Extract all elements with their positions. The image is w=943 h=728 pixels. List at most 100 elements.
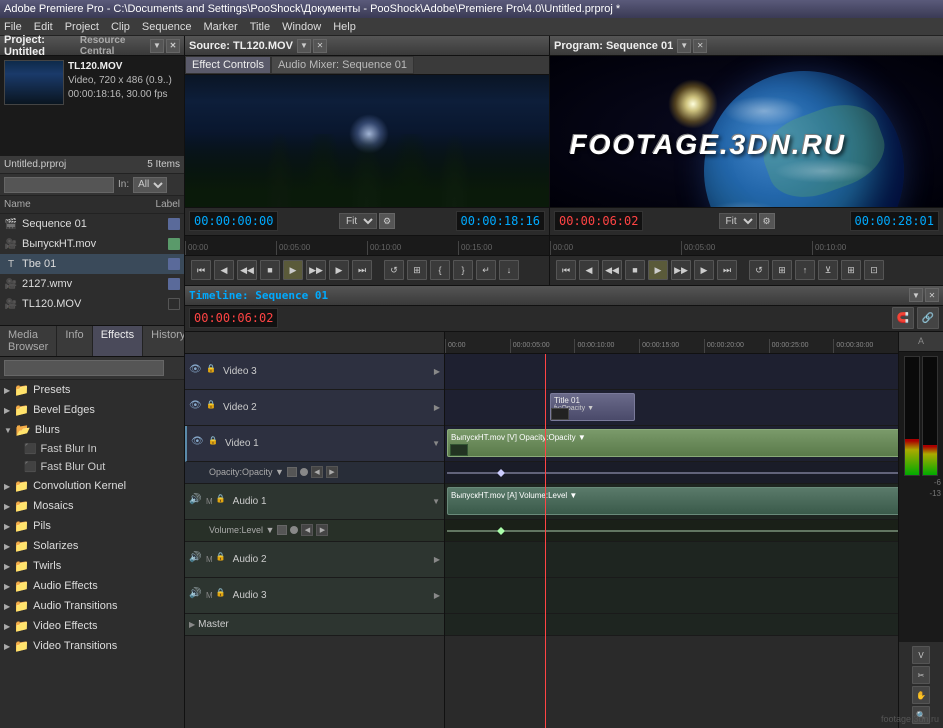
source-btn-play-back[interactable]: ◀◀ (237, 260, 257, 280)
track-expand-audio3[interactable]: ▶ (434, 591, 440, 600)
menu-file[interactable]: File (4, 21, 22, 33)
timeline-timecode[interactable]: 00:00:06:02 (189, 308, 278, 328)
menu-window[interactable]: Window (282, 21, 321, 33)
tree-group-header[interactable]: ▶ 📁 Pils (0, 516, 184, 536)
audio1-keyframe[interactable] (277, 525, 287, 535)
source-btn-insert[interactable]: ↵ (476, 260, 496, 280)
tool-hand[interactable]: ✋ (912, 686, 930, 704)
source-settings-btn[interactable]: ⚙ (379, 213, 395, 229)
source-tab-audio-mixer[interactable]: Audio Mixer: Sequence 01 (271, 56, 414, 74)
prog-btn-next-edit[interactable]: ⏭ (717, 260, 737, 280)
menu-project[interactable]: Project (65, 21, 99, 33)
list-item[interactable]: 🎥 TL120.MOV (0, 294, 184, 314)
menu-edit[interactable]: Edit (34, 21, 53, 33)
program-panel-close[interactable]: ✕ (693, 39, 707, 53)
track-expand-audio2[interactable]: ▶ (434, 555, 440, 564)
tab-media-browser[interactable]: Media Browser (0, 326, 57, 356)
source-panel-menu[interactable]: ▼ (297, 39, 311, 53)
panel-close-btn[interactable]: ✕ (166, 39, 180, 53)
timeline-panel-menu[interactable]: ▼ (909, 288, 923, 302)
prog-btn-extract[interactable]: ⊻ (818, 260, 838, 280)
track-expand-video1[interactable]: ▼ (432, 439, 440, 448)
tree-group-header[interactable]: ▶ 📁 Presets (0, 380, 184, 400)
source-btn-play[interactable]: ▶ (283, 260, 303, 280)
program-settings-btn[interactable]: ⚙ (759, 213, 775, 229)
tree-group-header[interactable]: ▼ 📂 Blurs (0, 420, 184, 440)
prog-btn-lift[interactable]: ↑ (795, 260, 815, 280)
track-mute-audio1[interactable]: M (206, 497, 213, 506)
track-speaker-audio3[interactable]: 🔊 (189, 588, 203, 602)
video1-keyframe[interactable] (287, 467, 297, 477)
prog-btn-multi-cam[interactable]: ⊡ (864, 260, 884, 280)
program-timecode-in[interactable]: 00:00:06:02 (554, 211, 643, 231)
panel-menu-btn[interactable]: ▼ (150, 39, 164, 53)
prog-btn-play-fwd[interactable]: ▶▶ (671, 260, 691, 280)
source-btn-play-fwd[interactable]: ▶▶ (306, 260, 326, 280)
track-visibility-video1[interactable]: 👁 (191, 436, 205, 450)
tree-group-header[interactable]: ▶ 📁 Video Effects (0, 616, 184, 636)
video1-mini-left[interactable]: ◀ (311, 466, 323, 478)
program-timecode-out[interactable]: 00:00:28:01 (850, 211, 939, 231)
prog-btn-stop[interactable]: ■ (625, 260, 645, 280)
tree-group-header[interactable]: ▶ 📁 Audio Transitions (0, 596, 184, 616)
source-btn-next-edit[interactable]: ⏭ (352, 260, 372, 280)
resource-central[interactable]: Resource Central (80, 35, 150, 57)
tl-snap-btn[interactable]: 🧲 (892, 307, 914, 329)
project-search-input[interactable] (4, 177, 114, 193)
prog-btn-step-fwd[interactable]: ▶ (694, 260, 714, 280)
menu-help[interactable]: Help (333, 21, 356, 33)
track-expand-master[interactable]: ▶ (189, 620, 195, 629)
track-speaker-audio1[interactable]: 🔊 (189, 494, 203, 508)
clip-vypusk-video[interactable]: ВыпускHT.mov [V] Opacity:Opacity ▼ (447, 429, 898, 457)
menu-title[interactable]: Title (250, 21, 270, 33)
track-visibility-video3[interactable]: 👁 (189, 364, 203, 378)
source-btn-mark-out[interactable]: } (453, 260, 473, 280)
track-lock-audio3[interactable]: 🔒 (216, 588, 230, 602)
source-btn-step-back[interactable]: ◀ (214, 260, 234, 280)
tree-group-header[interactable]: ▶ 📁 Twirls (0, 556, 184, 576)
track-mute-audio2[interactable]: M (206, 555, 213, 564)
timeline-panel-close[interactable]: ✕ (925, 288, 939, 302)
track-mute-audio3[interactable]: M (206, 591, 213, 600)
tab-effects[interactable]: Effects (93, 326, 143, 356)
list-item[interactable]: 🎥 2127.wmv (0, 274, 184, 294)
track-visibility-video2[interactable]: 👁 (189, 400, 203, 414)
tab-info[interactable]: Info (57, 326, 92, 356)
prog-btn-play[interactable]: ▶ (648, 260, 668, 280)
track-expand-video3[interactable]: ▶ (434, 367, 440, 376)
source-btn-stop[interactable]: ■ (260, 260, 280, 280)
tree-item-fast-blur-out[interactable]: ⬛ Fast Blur Out (0, 458, 184, 476)
track-lock-video2[interactable]: 🔒 (206, 400, 220, 414)
program-fit-select[interactable]: Fit (719, 213, 757, 229)
tool-razor[interactable]: ✂ (912, 666, 930, 684)
source-btn-prev-edit[interactable]: ⏮ (191, 260, 211, 280)
audio1-mini-left[interactable]: ◀ (301, 524, 313, 536)
source-btn-loop[interactable]: ↺ (384, 260, 404, 280)
prog-btn-safe[interactable]: ⊞ (772, 260, 792, 280)
tree-group-header[interactable]: ▶ 📁 Mosaics (0, 496, 184, 516)
tool-select[interactable]: V (912, 646, 930, 664)
prog-btn-trim[interactable]: ⊞ (841, 260, 861, 280)
list-item[interactable]: 🎬 Sequence 01 (0, 214, 184, 234)
source-timecode-in[interactable]: 00:00:00:00 (189, 211, 278, 231)
source-btn-mark-in[interactable]: { (430, 260, 450, 280)
prog-btn-play-back[interactable]: ◀◀ (602, 260, 622, 280)
source-fit-select[interactable]: Fit (339, 213, 377, 229)
prog-btn-step-back[interactable]: ◀ (579, 260, 599, 280)
menu-marker[interactable]: Marker (203, 21, 237, 33)
source-timecode-out[interactable]: 00:00:18:16 (456, 211, 545, 231)
source-btn-step-fwd[interactable]: ▶ (329, 260, 349, 280)
tl-link-btn[interactable]: 🔗 (917, 307, 939, 329)
tree-group-header[interactable]: ▶ 📁 Convolution Kernel (0, 476, 184, 496)
track-lock-audio2[interactable]: 🔒 (216, 552, 230, 566)
track-expand-video2[interactable]: ▶ (434, 403, 440, 412)
tree-group-header[interactable]: ▶ 📁 Video Transitions (0, 636, 184, 656)
clip-vypusk-audio[interactable]: ВыпускHT.mov [A] Volume:Level ▼ (447, 487, 898, 515)
prog-btn-loop[interactable]: ↺ (749, 260, 769, 280)
audio1-mini-right[interactable]: ▶ (316, 524, 328, 536)
source-tab-effect-controls[interactable]: Effect Controls (185, 56, 271, 74)
tree-group-header[interactable]: ▶ 📁 Bevel Edges (0, 400, 184, 420)
tree-group-header[interactable]: ▶ 📁 Solarizes (0, 536, 184, 556)
effects-search-input[interactable] (4, 360, 164, 376)
tab-history[interactable]: History (143, 326, 184, 356)
